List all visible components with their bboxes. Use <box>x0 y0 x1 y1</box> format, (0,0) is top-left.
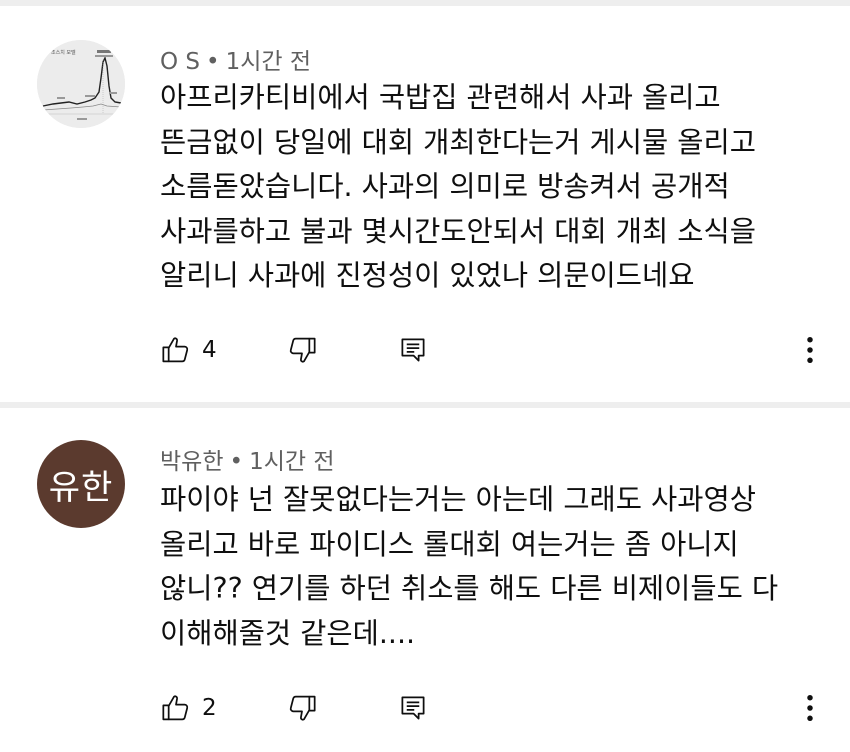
dislike-button[interactable] <box>286 688 318 728</box>
avatar-initials: 유한 <box>48 467 114 508</box>
author-name[interactable]: O S <box>160 49 200 75</box>
avatar-chart-image: 조스치 모델 <box>37 40 125 128</box>
avatar[interactable]: 조스치 모델 <box>37 40 125 128</box>
more-options-button[interactable] <box>796 330 824 370</box>
more-options-button[interactable] <box>796 688 824 728</box>
reply-button[interactable] <box>398 330 428 370</box>
comment-actions: 2 <box>0 688 850 728</box>
comment-line: 알리니 사과에 진정성이 있었나 의문이드네요 <box>160 259 695 292</box>
comment-actions: 4 <box>0 330 850 370</box>
meta-separator: • <box>229 449 244 475</box>
comment-line: 올리고 바로 파이디스 롤대회 여는거는 좀 아니지 <box>160 527 739 561</box>
comment-line: 사과를하고 불과 몇시간도안되서 대회 개최 소식을 <box>160 214 756 248</box>
avatar[interactable]: 유한 <box>37 440 125 528</box>
dislike-button[interactable] <box>286 330 318 370</box>
comment-meta: O S • 1시간 전 <box>160 42 311 76</box>
like-button[interactable]: 4 <box>160 330 217 370</box>
avatar-chart-title: 조스치 모델 <box>51 49 76 56</box>
more-vert-icon <box>796 334 824 366</box>
comment: 유한 박유한 • 1시간 전 파이야 넌 잘못없다는거는 아는데 그래도 사과영상 … <box>0 408 850 752</box>
more-vert-icon <box>796 692 824 724</box>
comment-meta: 박유한 • 1시간 전 <box>160 442 335 476</box>
comment-time: 1시간 전 <box>225 49 312 75</box>
thumb-up-icon <box>160 692 192 724</box>
comment-time: 1시간 전 <box>249 449 335 475</box>
comment-line: 파이야 넌 잘못없다는거는 아는데 그래도 사과영상 <box>160 483 756 516</box>
reply-icon <box>398 335 428 365</box>
comment-line: 뜬금없이 당일에 대회 개최한다는거 게시물 올리고 <box>160 125 756 159</box>
comment-line: 이해해줄것 같은데.... <box>160 616 416 650</box>
reply-icon <box>398 693 428 723</box>
like-count: 2 <box>202 695 217 721</box>
thumb-down-icon <box>286 334 318 366</box>
comment: 조스치 모델 O S • 1시간 전 아프리카티비에서 국밥집 관련해서 사과 올리… <box>0 0 850 402</box>
meta-separator: • <box>206 49 220 75</box>
like-button[interactable]: 2 <box>160 688 217 728</box>
comment-line: 소름돋았습니다. 사과의 의미로 방송켜서 공개적 <box>160 170 730 203</box>
reply-button[interactable] <box>398 688 428 728</box>
comment-line: 아프리카티비에서 국밥집 관련해서 사과 올리고 <box>160 81 721 114</box>
thumb-down-icon <box>286 692 318 724</box>
thumb-up-icon <box>160 334 192 366</box>
author-name[interactable]: 박유한 <box>160 449 223 475</box>
comment-line: 않니?? 연기를 하던 취소를 해도 다른 비제이들도 다 <box>160 572 779 605</box>
comment-text: 파이야 넌 잘못없다는거는 아는데 그래도 사과영상 올리고 바로 파이디스 롤… <box>160 478 820 656</box>
like-count: 4 <box>202 337 217 363</box>
comment-text: 아프리카티비에서 국밥집 관련해서 사과 올리고 뜬금없이 당일에 대회 개최한… <box>160 76 820 299</box>
